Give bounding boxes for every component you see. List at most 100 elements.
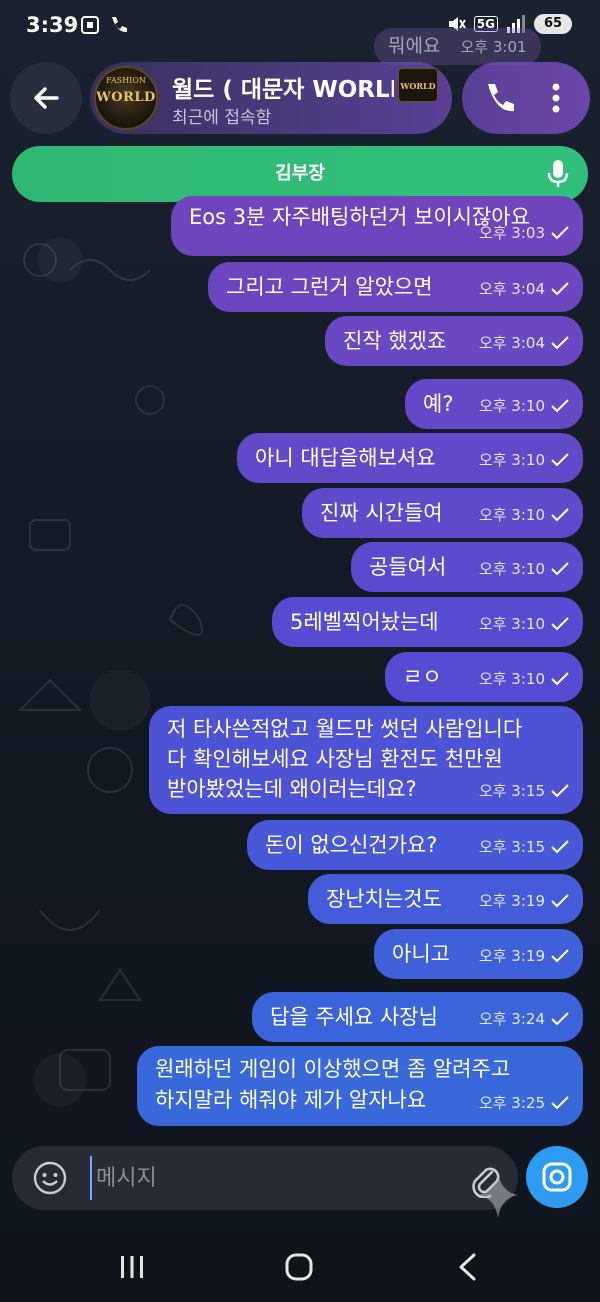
message-text: 아니고 — [392, 942, 450, 966]
title-logo: WORLD — [398, 68, 438, 102]
avatar-top-text: FASHION — [106, 76, 146, 85]
avatar[interactable]: FASHION WORLD — [94, 66, 158, 130]
message-time: 오후 3:19 — [478, 947, 545, 965]
message-meta: 오후 3:24 — [479, 1004, 569, 1034]
message-bubble[interactable]: 5레벨찍어놨는데 오후 3:10 — [272, 597, 583, 647]
message-time: 오후 3:10 — [478, 506, 545, 524]
message-time: 오후 3:15 — [478, 782, 545, 800]
home-icon[interactable] — [284, 1252, 314, 1282]
camera-icon — [542, 1162, 572, 1192]
message-time: 오후 3:10 — [478, 670, 545, 688]
message-meta: 오후 3:04 — [479, 328, 569, 358]
chat-header[interactable]: FASHION WORLD 월드 ( 대문자 WORLD WORLD 최근에 접… — [90, 62, 452, 134]
message-bubble[interactable]: 진작 했겠죠 오후 3:04 — [325, 316, 583, 366]
message-time: 오후 3:01 — [460, 38, 527, 56]
message-composer — [12, 1146, 518, 1210]
message-input[interactable] — [90, 1156, 450, 1200]
message-meta: 오후 3:03 — [479, 218, 569, 248]
message-meta: 오후 3:19 — [479, 886, 569, 916]
read-check-icon — [551, 784, 569, 798]
nav-back-icon[interactable] — [456, 1252, 478, 1282]
message-time: 오후 3:03 — [478, 224, 545, 242]
message-text: 답을 주세요 사장님 — [270, 1005, 438, 1029]
message-bubble[interactable]: 원래하던 게임이 이상했으면 좀 알려주고 하지말라 해줘야 제가 알자나요 오… — [137, 1046, 583, 1126]
message-time: 오후 3:19 — [478, 892, 545, 910]
status-icons-left — [80, 15, 128, 35]
read-check-icon — [551, 453, 569, 467]
message-meta: 오후 3:15 — [479, 776, 569, 806]
message-bubble-partial[interactable]: 뭐에요 오후 3:01 — [374, 28, 541, 65]
message-time: 오후 3:10 — [478, 397, 545, 415]
message-text: 아니 대답을해보셔요 — [255, 446, 436, 470]
voice-banner[interactable]: 김부장 — [12, 146, 588, 202]
read-check-icon — [551, 1012, 569, 1026]
emoji-icon[interactable] — [32, 1160, 68, 1196]
message-line: 원래하던 게임이 이상했으면 좀 알려주고 — [155, 1057, 511, 1081]
call-button[interactable] — [478, 78, 518, 118]
message-meta: 오후 3:10 — [479, 664, 569, 694]
read-check-icon — [551, 562, 569, 576]
recents-icon[interactable] — [118, 1254, 146, 1280]
message-line: 저 타사쓴적없고 월드만 썻던 사람입니다 — [167, 717, 523, 741]
read-check-icon — [551, 840, 569, 854]
message-bubble[interactable]: 답을 주세요 사장님 오후 3:24 — [252, 992, 583, 1042]
message-time: 오후 3:04 — [478, 280, 545, 298]
message-bubble[interactable]: 예? 오후 3:10 — [405, 379, 583, 429]
more-options-button[interactable] — [542, 78, 570, 118]
message-time: 오후 3:10 — [478, 451, 545, 469]
message-text: 돈이 없으신건가요? — [265, 833, 438, 857]
message-time: 오후 3:10 — [478, 560, 545, 578]
status-time: 3:39 — [26, 13, 79, 37]
read-check-icon — [551, 336, 569, 350]
phone-status-icon — [112, 17, 127, 33]
header-actions — [462, 62, 590, 134]
phone-icon — [488, 84, 514, 112]
message-meta: 오후 3:15 — [479, 832, 569, 862]
message-meta: 오후 3:04 — [479, 274, 569, 304]
banner-label: 김부장 — [275, 163, 325, 184]
message-time: 오후 3:10 — [478, 615, 545, 633]
message-time: 오후 3:24 — [478, 1010, 545, 1028]
back-button[interactable] — [10, 62, 82, 134]
message-bubble[interactable]: 공들여서 오후 3:10 — [351, 542, 583, 592]
message-bubble[interactable]: 진짜 시간들여 오후 3:10 — [302, 488, 583, 538]
message-text: 5레벨찍어놨는데 — [290, 610, 439, 634]
arrow-left-icon — [34, 87, 59, 109]
message-text: 그리고 그런거 알았으면 — [226, 275, 433, 299]
read-check-icon — [551, 399, 569, 413]
message-bubble[interactable]: 저 타사쓴적없고 월드만 썻던 사람입니다 다 확인해보세요 사장님 환전도 천… — [149, 706, 583, 814]
sparkle-icon — [478, 1172, 518, 1218]
message-text: 진작 했겠죠 — [343, 329, 447, 353]
message-time: 오후 3:25 — [478, 1094, 545, 1112]
message-bubble[interactable]: ㄹㅇ 오후 3:10 — [385, 652, 583, 702]
message-meta: 오후 3:10 — [479, 445, 569, 475]
message-text: ㄹㅇ — [403, 665, 442, 689]
microphone-icon[interactable] — [546, 159, 570, 189]
message-line: 다 확인해보세요 사장님 환전도 천만원 — [167, 747, 503, 771]
message-meta: 오후 3:19 — [479, 941, 569, 971]
message-bubble[interactable]: 아니 대답을해보셔요 오후 3:10 — [237, 433, 583, 483]
message-bubble[interactable]: 그리고 그런거 알았으면 오후 3:04 — [208, 262, 583, 312]
message-meta: 오후 3:10 — [479, 500, 569, 530]
message-text: 공들여서 — [369, 555, 447, 579]
message-text: 장난치는것도 — [326, 887, 442, 911]
read-check-icon — [551, 226, 569, 240]
message-bubble[interactable]: Eos 3분 자주배팅하던거 보이시잖아요 오후 3:03 — [171, 196, 583, 256]
read-check-icon — [551, 894, 569, 908]
camera-button[interactable] — [526, 1146, 588, 1208]
read-check-icon — [551, 672, 569, 686]
message-text: 예? — [423, 392, 454, 416]
message-bubble[interactable]: 아니고 오후 3:19 — [374, 929, 583, 979]
message-time: 오후 3:15 — [478, 838, 545, 856]
avatar-text: WORLD — [96, 90, 156, 105]
screenshot-icon — [81, 16, 99, 34]
battery-indicator: 65 — [534, 14, 572, 34]
message-meta: 오후 3:10 — [479, 554, 569, 584]
title-logo-text: WORLD — [400, 81, 436, 91]
message-bubble[interactable]: 장난치는것도 오후 3:19 — [308, 874, 583, 924]
message-meta: 오후 3:10 — [479, 609, 569, 639]
read-check-icon — [551, 1096, 569, 1110]
more-vertical-icon — [552, 83, 560, 113]
message-bubble[interactable]: 돈이 없으신건가요? 오후 3:15 — [247, 820, 583, 870]
message-meta: 오후 3:10 — [479, 391, 569, 421]
